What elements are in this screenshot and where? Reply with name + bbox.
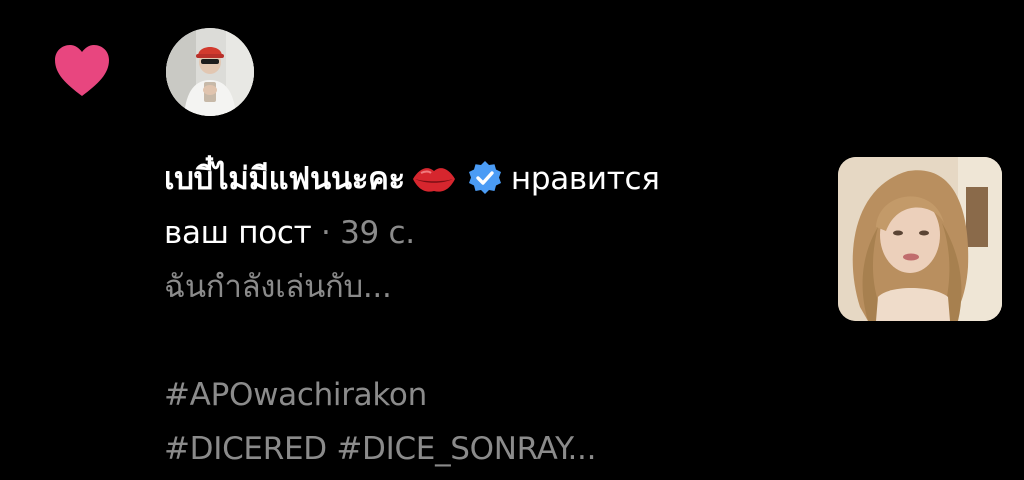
post-image [838, 157, 1002, 321]
post-thumbnail[interactable] [838, 157, 1002, 321]
separator: · [311, 215, 341, 251]
caption-line-2: #APOwachirakon [164, 377, 427, 413]
notification-text: เบบี๋ไม่มีแฟนนะคะ нравится ваш пост · 39… [164, 152, 804, 476]
caption-line-3: #DICERED #DICE_SONRAY... [164, 431, 597, 467]
avatar-image [166, 28, 254, 116]
caption-line-1: ฉันกำลังเล่นกับ... [164, 269, 392, 305]
action-text-continued: ваш пост [164, 215, 312, 251]
heart-icon [55, 45, 109, 96]
username[interactable]: เบบี๋ไม่มีแฟนนะคะ [164, 161, 405, 197]
kiss-lips-icon [412, 168, 455, 192]
notification-line-2: ваш пост · 39 с. [164, 206, 804, 260]
like-notification[interactable]: เบบี๋ไม่มีแฟนนะคะ нравится ваш пост · 39… [0, 0, 1024, 480]
timestamp: 39 с. [340, 215, 415, 251]
notification-line-1: เบบี๋ไม่มีแฟนนะคะ нравится [164, 152, 804, 206]
user-avatar[interactable] [166, 28, 254, 116]
action-text: нравится [510, 161, 660, 197]
verified-badge-icon [468, 161, 501, 194]
